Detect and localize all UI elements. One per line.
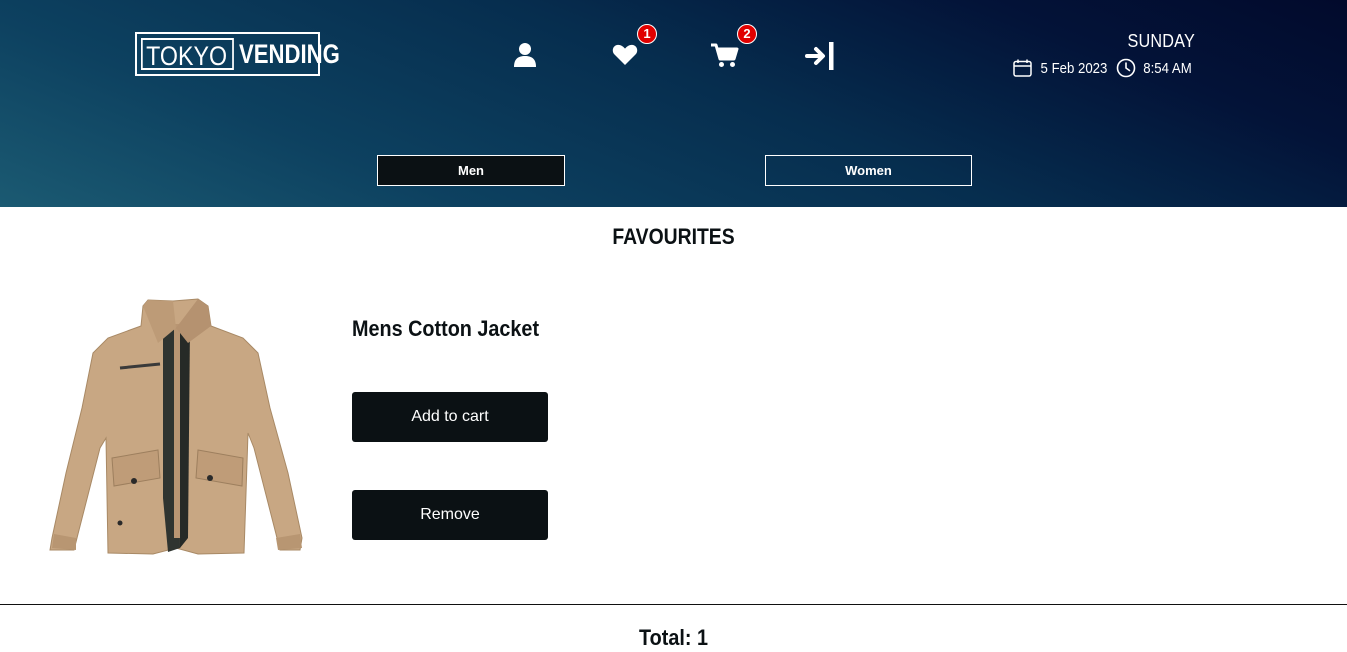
cart-count-badge: 2 xyxy=(737,24,757,44)
cart-button[interactable] xyxy=(711,42,739,68)
page-title: FAVOURITES xyxy=(612,224,735,249)
wishlist-count-badge: 1 xyxy=(637,24,657,44)
add-to-cart-button[interactable]: Add to cart xyxy=(352,392,548,442)
product-name: Mens Cotton Jacket xyxy=(352,316,540,341)
login-button[interactable] xyxy=(805,41,835,71)
cart-icon xyxy=(711,43,739,67)
logo-text-tokyo: TOKYO xyxy=(141,38,234,71)
heart-icon xyxy=(612,44,638,65)
product-image[interactable] xyxy=(48,298,304,556)
remove-button[interactable]: Remove xyxy=(352,490,548,540)
wishlist-button[interactable] xyxy=(612,44,638,66)
site-header: TOKYO VENDING 1 2 SUNDAY 5 Feb 2023 8:54… xyxy=(0,0,1347,207)
logo[interactable]: TOKYO VENDING xyxy=(135,32,340,76)
divider xyxy=(0,604,1347,605)
user-icon xyxy=(514,43,536,67)
calendar-icon xyxy=(1013,59,1032,77)
sign-in-icon xyxy=(805,42,834,70)
day-label: SUNDAY xyxy=(1127,31,1195,51)
clock-icon xyxy=(1116,58,1136,78)
account-button[interactable] xyxy=(513,42,537,68)
logo-text-vending: VENDING xyxy=(239,38,340,69)
date-text: 5 Feb 2023 xyxy=(1040,59,1108,77)
time-text: 8:54 AM xyxy=(1143,59,1192,77)
total-label: Total: 1 xyxy=(639,625,708,650)
jacket-image xyxy=(49,298,303,555)
date-time-block: SUNDAY 5 Feb 2023 8:54 AM xyxy=(1013,31,1195,78)
category-men-button[interactable]: Men xyxy=(377,155,565,186)
category-women-button[interactable]: Women xyxy=(765,155,972,186)
